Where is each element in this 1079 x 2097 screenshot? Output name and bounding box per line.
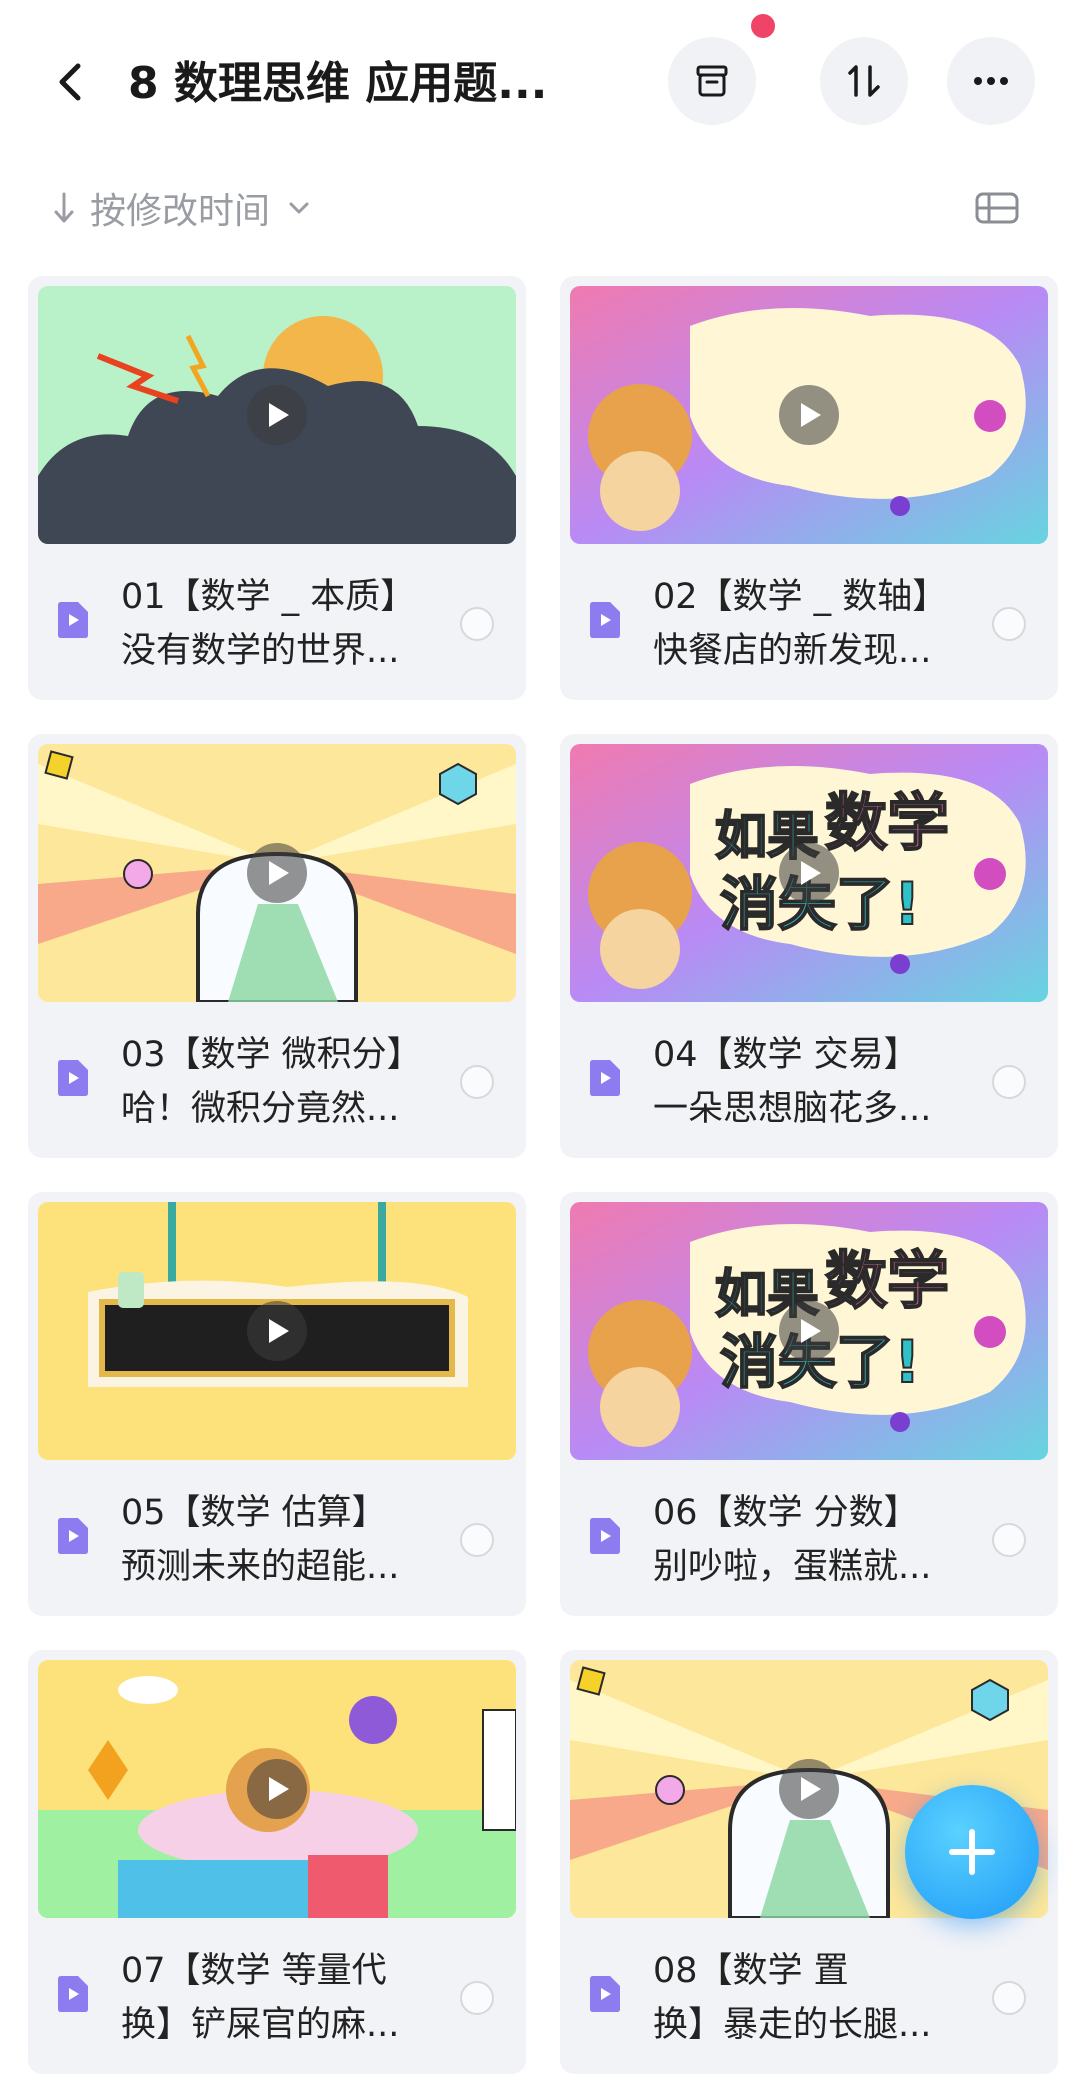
video-thumbnail[interactable]: [38, 1202, 516, 1460]
select-checkbox[interactable]: [992, 1065, 1026, 1099]
play-button[interactable]: [247, 843, 307, 903]
play-button[interactable]: [779, 843, 839, 903]
chevron-down-icon: [289, 202, 309, 214]
sort-button[interactable]: [820, 37, 908, 125]
play-icon: [801, 861, 821, 885]
more-horizontal-icon: [974, 77, 1008, 85]
sort-updown-icon: [848, 65, 880, 97]
more-button[interactable]: [947, 37, 1035, 125]
file-card[interactable]: 05【数学 估算】 预测未来的超能...: [28, 1192, 526, 1616]
play-icon: [801, 1777, 821, 1801]
video-file-icon: [590, 1060, 620, 1096]
sort-label: 按修改时间: [90, 191, 271, 232]
play-icon: [269, 1777, 289, 1801]
file-card[interactable]: 01【数学 _ 本质】 没有数学的世界...: [28, 276, 526, 700]
select-checkbox[interactable]: [460, 1065, 494, 1099]
play-button[interactable]: [247, 1301, 307, 1361]
list-view-icon[interactable]: [974, 190, 1020, 226]
play-icon: [801, 1319, 821, 1343]
file-card[interactable]: 02【数学 _ 数轴】 快餐店的新发现...: [560, 276, 1058, 700]
file-title: 08【数学 置 换】暴走的长腿...: [653, 1951, 932, 2045]
video-file-icon: [58, 1060, 88, 1096]
play-button[interactable]: [247, 1759, 307, 1819]
top-bar: 8 数理思维 应用题...: [0, 0, 1079, 170]
video-thumbnail[interactable]: [38, 744, 516, 1002]
video-thumbnail[interactable]: [570, 286, 1048, 544]
file-card[interactable]: 如果 数学 消失了! 04【数学 交易】 一朵思想脑花多...: [560, 734, 1058, 1158]
video-file-icon: [590, 602, 620, 638]
file-title: 01【数学 _ 本质】 没有数学的世界...: [121, 577, 416, 671]
arrow-down-icon: [54, 192, 74, 223]
file-card[interactable]: 如果 数学 消失了! 06【数学 分数】 别吵啦，蛋糕就...: [560, 1192, 1058, 1616]
select-checkbox[interactable]: [992, 1523, 1026, 1557]
archive-button[interactable]: [668, 37, 756, 125]
play-icon: [269, 1319, 289, 1343]
select-checkbox[interactable]: [460, 607, 494, 641]
chevron-left-icon: [59, 63, 81, 101]
add-button[interactable]: [905, 1785, 1039, 1919]
play-icon: [269, 861, 289, 885]
back-button[interactable]: [48, 52, 98, 112]
video-thumbnail[interactable]: 如果 数学 消失了!: [570, 744, 1048, 1002]
file-title: 04【数学 交易】 一朵思想脑花多...: [653, 1035, 932, 1129]
video-file-icon: [58, 602, 88, 638]
sort-bar: 按修改时间: [0, 178, 1079, 238]
sort-order-dropdown[interactable]: 按修改时间: [52, 178, 310, 238]
select-checkbox[interactable]: [992, 1981, 1026, 2015]
video-file-icon: [590, 1518, 620, 1554]
page-title: 8 数理思维 应用题...: [128, 58, 548, 109]
select-checkbox[interactable]: [460, 1981, 494, 2015]
video-file-icon: [58, 1518, 88, 1554]
play-button[interactable]: [779, 1301, 839, 1361]
notification-dot: [751, 14, 775, 38]
select-checkbox[interactable]: [460, 1523, 494, 1557]
plus-icon: [949, 1829, 995, 1875]
file-title: 05【数学 估算】 预测未来的超能...: [121, 1493, 400, 1587]
file-title: 07【数学 等量代 换】铲屎官的麻...: [121, 1951, 400, 2045]
play-button[interactable]: [247, 385, 307, 445]
play-icon: [269, 403, 289, 427]
svg-text:数学: 数学: [825, 1244, 949, 1317]
video-file-icon: [590, 1976, 620, 2012]
svg-text:数学: 数学: [825, 786, 949, 859]
file-title: 03【数学 微积分】 哈！微积分竟然...: [121, 1035, 422, 1129]
select-checkbox[interactable]: [992, 607, 1026, 641]
video-thumbnail[interactable]: 如果 数学 消失了!: [570, 1202, 1048, 1460]
play-button[interactable]: [779, 385, 839, 445]
video-thumbnail[interactable]: [38, 1660, 516, 1918]
play-icon: [801, 403, 821, 427]
file-card[interactable]: 07【数学 等量代 换】铲屎官的麻...: [28, 1650, 526, 2074]
video-thumbnail[interactable]: [38, 286, 516, 544]
video-file-icon: [58, 1976, 88, 2012]
file-card[interactable]: 03【数学 微积分】 哈！微积分竟然...: [28, 734, 526, 1158]
file-title: 06【数学 分数】 别吵啦，蛋糕就...: [653, 1493, 932, 1587]
file-title: 02【数学 _ 数轴】 快餐店的新发现...: [653, 577, 948, 671]
play-button[interactable]: [779, 1759, 839, 1819]
archive-box-icon: [696, 65, 728, 97]
